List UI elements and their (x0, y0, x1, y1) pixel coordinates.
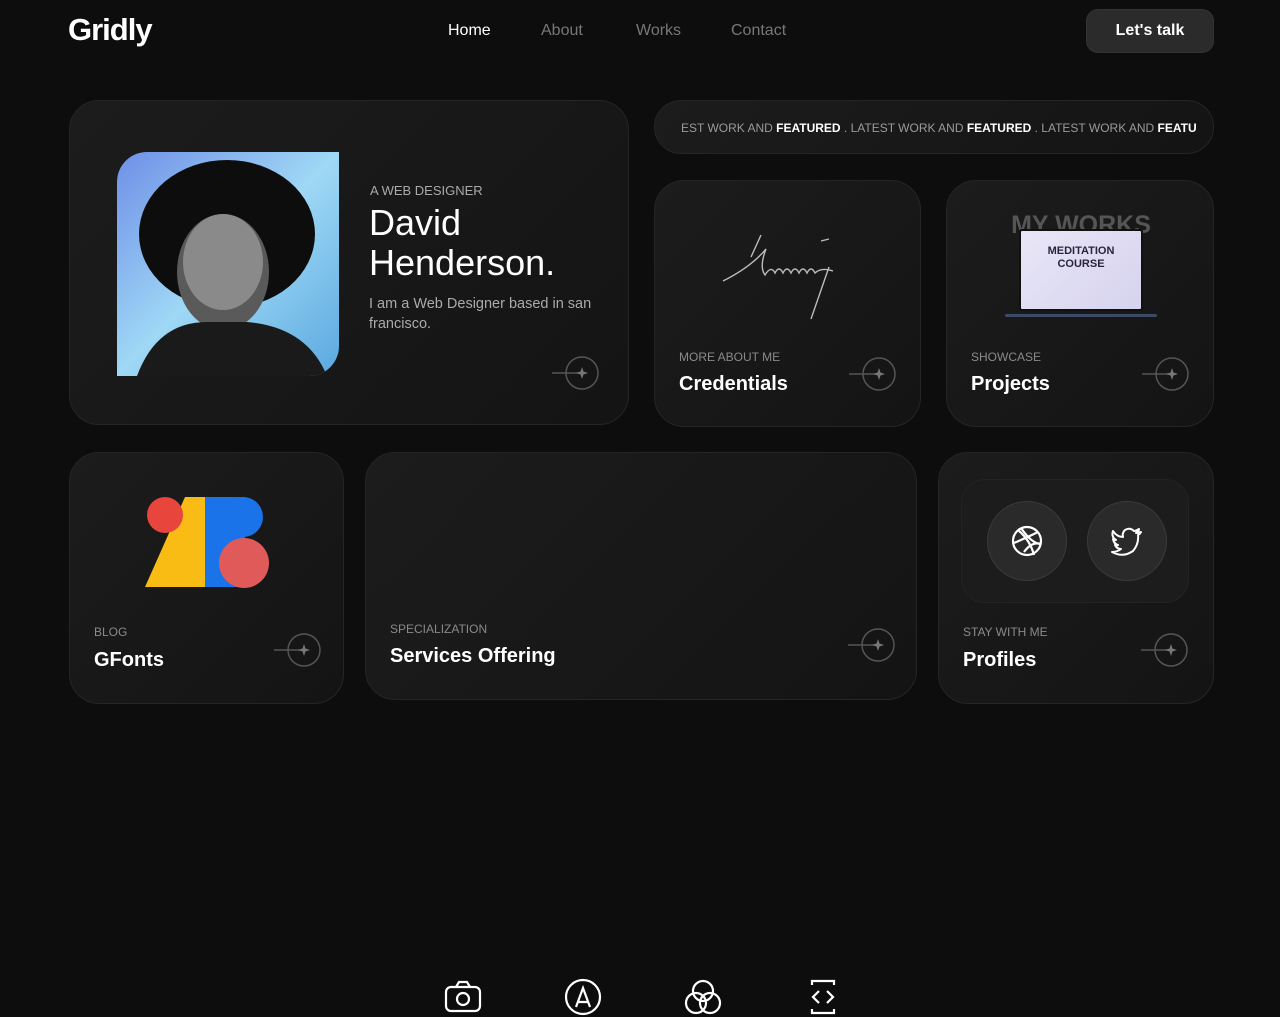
profile-card[interactable]: A WEB DESIGNER David Henderson. I am a W… (69, 100, 629, 425)
credentials-title: Credentials (679, 373, 788, 395)
projects-card[interactable]: MY WORKS MEDITATION COURSE SHOWCASE Proj… (946, 180, 1214, 427)
profiles-card[interactable]: STAY WITH ME Profiles (938, 452, 1214, 704)
nav-contact[interactable]: Contact (731, 22, 786, 40)
nav-about[interactable]: About (541, 22, 583, 40)
lets-talk-button[interactable]: Let's talk (1086, 9, 1214, 53)
marquee-item: EST WORK AND FEATURED (681, 121, 841, 135)
logo[interactable]: Gridly (68, 12, 153, 48)
laptop-mockup: MEDITATION COURSE (1019, 229, 1143, 311)
name-line-2: Henderson. (369, 242, 556, 283)
twitter-icon (1111, 527, 1142, 556)
arrow-icon[interactable] (1141, 632, 1189, 668)
services-card[interactable]: SPECIALIZATION Services Offering (365, 452, 917, 1016)
color-circles-icon (684, 979, 722, 1015)
thumb-screen-text: MEDITATION COURSE (1047, 245, 1115, 270)
nav-home[interactable]: Home (448, 22, 491, 40)
twitter-button[interactable] (1087, 501, 1167, 581)
signature-image (722, 234, 834, 320)
dribbble-button[interactable] (987, 501, 1067, 581)
arrow-icon[interactable] (552, 355, 600, 391)
marquee-item: . LATEST WORK AND FEATURED (840, 121, 1032, 135)
arrow-icon[interactable] (274, 632, 322, 668)
services-title: Services Offering (390, 645, 556, 667)
marquee-banner: EST WORK AND FEATURED . LATEST WORK AND … (654, 100, 1214, 154)
profile-name: David Henderson. (369, 203, 555, 283)
marquee-item: . LATEST WORK AND FEATU (1031, 121, 1197, 135)
name-line-1: David (369, 202, 462, 243)
profiles-label: STAY WITH ME (963, 625, 1048, 639)
profile-eyebrow: A WEB DESIGNER (370, 183, 483, 198)
dribbble-icon (1011, 525, 1043, 557)
arrow-icon[interactable] (1142, 356, 1190, 392)
camera-icon (444, 980, 482, 1013)
arrow-icon[interactable] (848, 627, 896, 663)
nav-works[interactable]: Works (636, 22, 681, 40)
profile-photo (117, 152, 339, 376)
credentials-label: MORE ABOUT ME (679, 350, 781, 364)
profile-bio: I am a Web Designer based in san francis… (369, 296, 592, 332)
profiles-title: Profiles (963, 649, 1037, 671)
projects-title: Projects (971, 373, 1050, 395)
blog-title: GFonts (94, 649, 164, 671)
blog-label: BLOG (94, 625, 128, 639)
services-label: SPECIALIZATION (390, 622, 488, 636)
code-phone-icon (810, 979, 836, 1015)
gfonts-logo (145, 497, 269, 588)
arrow-icon[interactable] (849, 356, 897, 392)
projects-label: SHOWCASE (971, 350, 1042, 364)
laptop-base (1005, 314, 1157, 317)
blog-card[interactable]: BLOG GFonts (69, 452, 344, 704)
pen-tool-icon (564, 978, 602, 1016)
credentials-card[interactable]: MORE ABOUT ME Credentials (654, 180, 921, 427)
